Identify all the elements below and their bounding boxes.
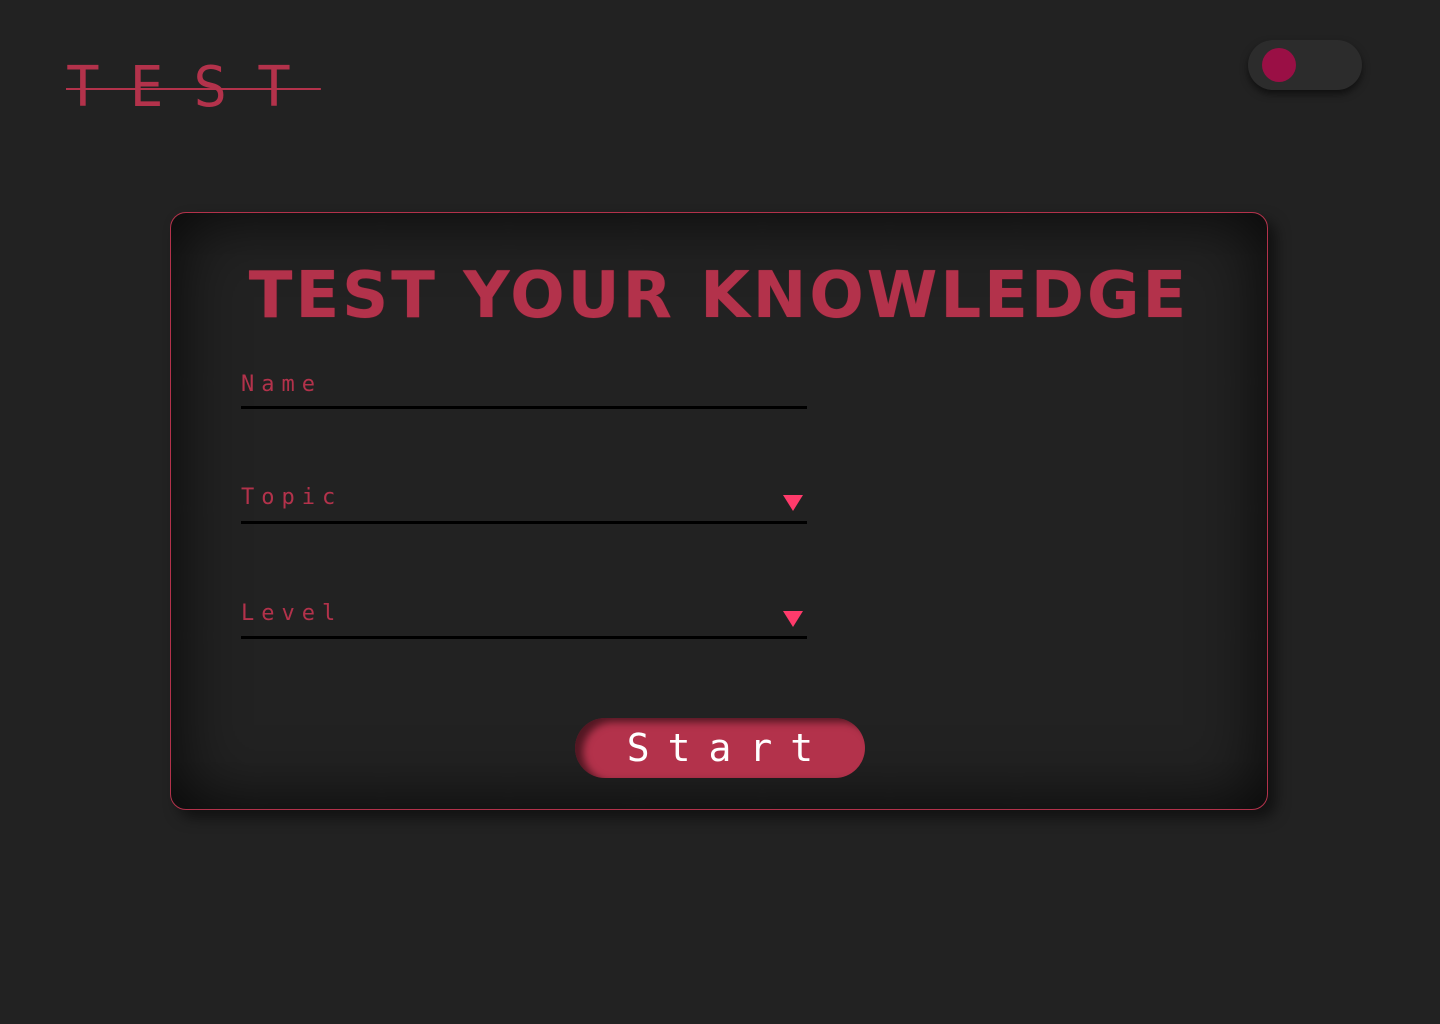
logo: TEST	[66, 55, 321, 120]
toggle-knob	[1262, 48, 1296, 82]
level-selected-value: Level	[241, 601, 343, 626]
chevron-down-icon	[783, 611, 803, 627]
start-button[interactable]: Start	[575, 718, 865, 778]
quiz-setup-card: TEST YOUR KNOWLEDGE Topic Level Start	[170, 212, 1268, 810]
card-title: TEST YOUR KNOWLEDGE	[248, 259, 1190, 333]
name-input[interactable]	[241, 363, 807, 405]
chevron-down-icon	[783, 495, 803, 511]
topic-select[interactable]: Topic	[241, 483, 807, 524]
name-field	[241, 363, 807, 409]
level-select[interactable]: Level	[241, 599, 807, 639]
theme-toggle[interactable]	[1248, 40, 1362, 90]
topic-selected-value: Topic	[241, 485, 343, 510]
